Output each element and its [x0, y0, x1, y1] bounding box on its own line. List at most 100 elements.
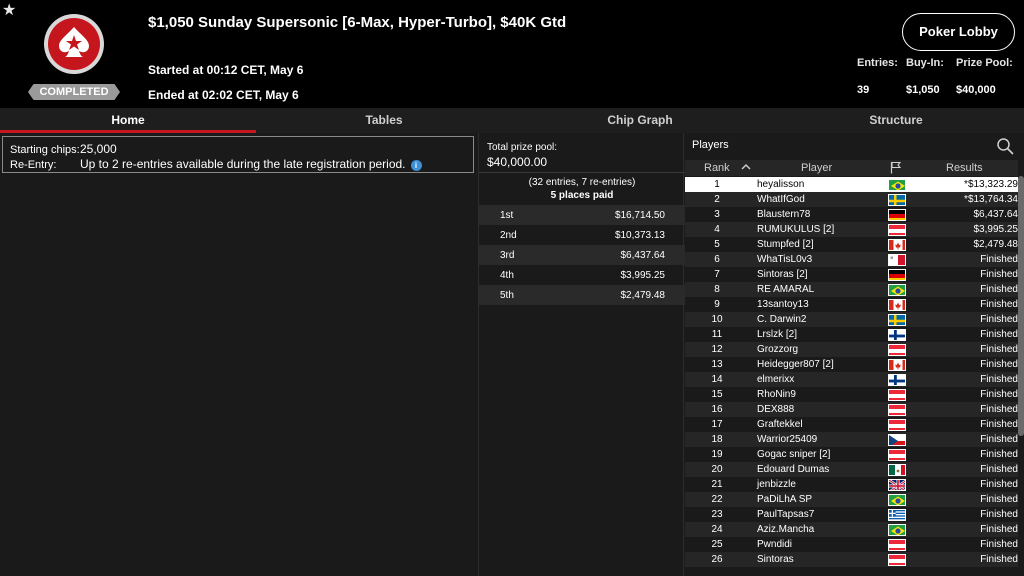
player-row[interactable]: 17 Graftekkel Finished: [685, 417, 1018, 432]
spade-star-icon: [59, 27, 89, 57]
player-row[interactable]: 10 C. Darwin2 Finished: [685, 312, 1018, 327]
player-name: C. Darwin2: [757, 314, 807, 325]
player-row[interactable]: 14 elmerixx Finished: [685, 372, 1018, 387]
player-row[interactable]: 15 RhoNin9 Finished: [685, 387, 1018, 402]
player-row[interactable]: 7 Sintoras [2] Finished: [685, 267, 1018, 282]
tab-chip-graph[interactable]: Chip Graph: [512, 108, 768, 133]
player-name: RUMUKULUS [2]: [757, 224, 835, 235]
starting-chips-label: Starting chips:: [10, 144, 80, 156]
player-result: Finished: [980, 509, 1018, 520]
player-rank: 21: [711, 479, 723, 490]
player-result: *$13,323.29: [964, 179, 1018, 190]
tab-structure[interactable]: Structure: [768, 108, 1024, 133]
players-scrollbar[interactable]: [1018, 176, 1024, 576]
payout-row: 4th $3,995.25: [479, 265, 685, 285]
player-result: Finished: [980, 314, 1018, 325]
player-name: Blaustern78: [757, 209, 811, 220]
player-row[interactable]: 20 Edouard Dumas Finished: [685, 462, 1018, 477]
player-name: Graftekkel: [757, 419, 803, 430]
tab-home[interactable]: Home: [0, 108, 256, 133]
players-panel: Players Rank Player Results 1 heyalisson *…: [685, 133, 1024, 576]
player-row[interactable]: 23 PaulTapsas7 Finished: [685, 507, 1018, 522]
player-result: Finished: [980, 479, 1018, 490]
end-time: Ended at 02:02 CET, May 6: [148, 88, 299, 102]
reentry-value: Up to 2 re-entries available during the …: [80, 157, 406, 171]
player-name: Warrior25409: [757, 434, 818, 445]
flag-brazil-icon: [888, 494, 906, 506]
flag-canada-icon: [888, 299, 906, 311]
flag-austria-icon: [888, 449, 906, 461]
tab-tables[interactable]: Tables: [256, 108, 512, 133]
player-result: Finished: [980, 344, 1018, 355]
player-name: Stumpfed [2]: [757, 239, 814, 250]
player-rank: 8: [714, 284, 720, 295]
poker-lobby-button[interactable]: Poker Lobby: [902, 13, 1015, 51]
player-name: Grozzorg: [757, 344, 799, 355]
player-row[interactable]: 9 13santoy13 Finished: [685, 297, 1018, 312]
player-row[interactable]: 13 Heidegger807 [2] Finished: [685, 357, 1018, 372]
prize-panel: Total prize pool: $40,000.00 (32 entries…: [478, 133, 685, 576]
sort-ascending-icon[interactable]: [741, 160, 751, 177]
player-result: Finished: [980, 419, 1018, 430]
entries-label: Entries:: [857, 57, 898, 69]
player-row[interactable]: 5 Stumpfed [2] $2,479.48: [685, 237, 1018, 252]
column-rank[interactable]: Rank: [704, 162, 730, 174]
flag-austria-icon: [888, 344, 906, 356]
player-row[interactable]: 8 RE AMARAL Finished: [685, 282, 1018, 297]
entries-note: (32 entries, 7 re-entries): [528, 177, 636, 188]
player-name: Aziz.Mancha: [757, 524, 815, 535]
player-row[interactable]: 6 WhaTisL0v3 Finished: [685, 252, 1018, 267]
player-result: Finished: [980, 329, 1018, 340]
player-rank: 17: [711, 419, 723, 430]
player-row[interactable]: 21 jenbizzle Finished: [685, 477, 1018, 492]
player-row[interactable]: 12 Grozzorg Finished: [685, 342, 1018, 357]
player-row[interactable]: 18 Warrior25409 Finished: [685, 432, 1018, 447]
scroll-thumb[interactable]: [1018, 176, 1024, 436]
flag-finland-icon: [888, 329, 906, 341]
tournament-header: ★ COMPLETED $1,050 Sunday Supersonic [6-…: [0, 0, 1024, 108]
flag-austria-icon: [888, 389, 906, 401]
player-result: Finished: [980, 254, 1018, 265]
favorite-star-icon[interactable]: ★: [2, 3, 16, 19]
player-rank: 10: [711, 314, 723, 325]
player-name: Heidegger807 [2]: [757, 359, 834, 370]
column-results[interactable]: Results: [946, 162, 983, 174]
player-result: Finished: [980, 524, 1018, 535]
buyin-stat: Buy-In: $1,050: [906, 57, 944, 96]
flag-uk-icon: [888, 479, 906, 491]
player-row[interactable]: 16 DEX888 Finished: [685, 402, 1018, 417]
player-row[interactable]: 25 Pwndidi Finished: [685, 537, 1018, 552]
starting-chips-value: 25,000: [80, 142, 117, 156]
logo-disc: [48, 18, 100, 70]
buyin-label: Buy-In:: [906, 57, 944, 69]
player-rank: 23: [711, 509, 723, 520]
player-name: Edouard Dumas: [757, 464, 830, 475]
player-rank: 14: [711, 374, 723, 385]
player-result: Finished: [980, 374, 1018, 385]
player-row[interactable]: 1 heyalisson *$13,323.29: [685, 177, 1018, 192]
info-icon[interactable]: i: [410, 159, 422, 171]
flag-brazil-icon: [888, 179, 906, 191]
flag-column-icon[interactable]: [890, 161, 902, 177]
player-row[interactable]: 2 WhatIfGod *$13,764.34: [685, 192, 1018, 207]
player-row[interactable]: 3 Blaustern78 $6,437.64: [685, 207, 1018, 222]
player-row[interactable]: 26 Sintoras Finished: [685, 552, 1018, 567]
prize-pool-header: Total prize pool: $40,000.00: [479, 133, 685, 173]
prizepool-stat: Prize Pool: $40,000: [956, 57, 1013, 96]
search-icon[interactable]: [996, 137, 1014, 155]
player-name: RhoNin9: [757, 389, 796, 400]
flag-sweden-icon: [888, 314, 906, 326]
payout-amount: $16,714.50: [614, 210, 665, 221]
column-player[interactable]: Player: [801, 162, 832, 174]
player-row[interactable]: 11 Lrslzk [2] Finished: [685, 327, 1018, 342]
entries-stat: Entries: 39: [857, 57, 898, 96]
home-content: Starting chips:25,000 Re-Entry: Up to 2 r…: [0, 133, 1024, 576]
player-row[interactable]: 24 Aziz.Mancha Finished: [685, 522, 1018, 537]
player-row[interactable]: 19 Gogac sniper [2] Finished: [685, 447, 1018, 462]
player-row[interactable]: 4 RUMUKULUS [2] $3,995.25: [685, 222, 1018, 237]
player-rank: 6: [714, 254, 720, 265]
player-result: $3,995.25: [973, 224, 1019, 235]
player-row[interactable]: 22 PaDiLhA SP Finished: [685, 492, 1018, 507]
player-result: *$13,764.34: [964, 194, 1018, 205]
player-name: WhaTisL0v3: [757, 254, 813, 265]
